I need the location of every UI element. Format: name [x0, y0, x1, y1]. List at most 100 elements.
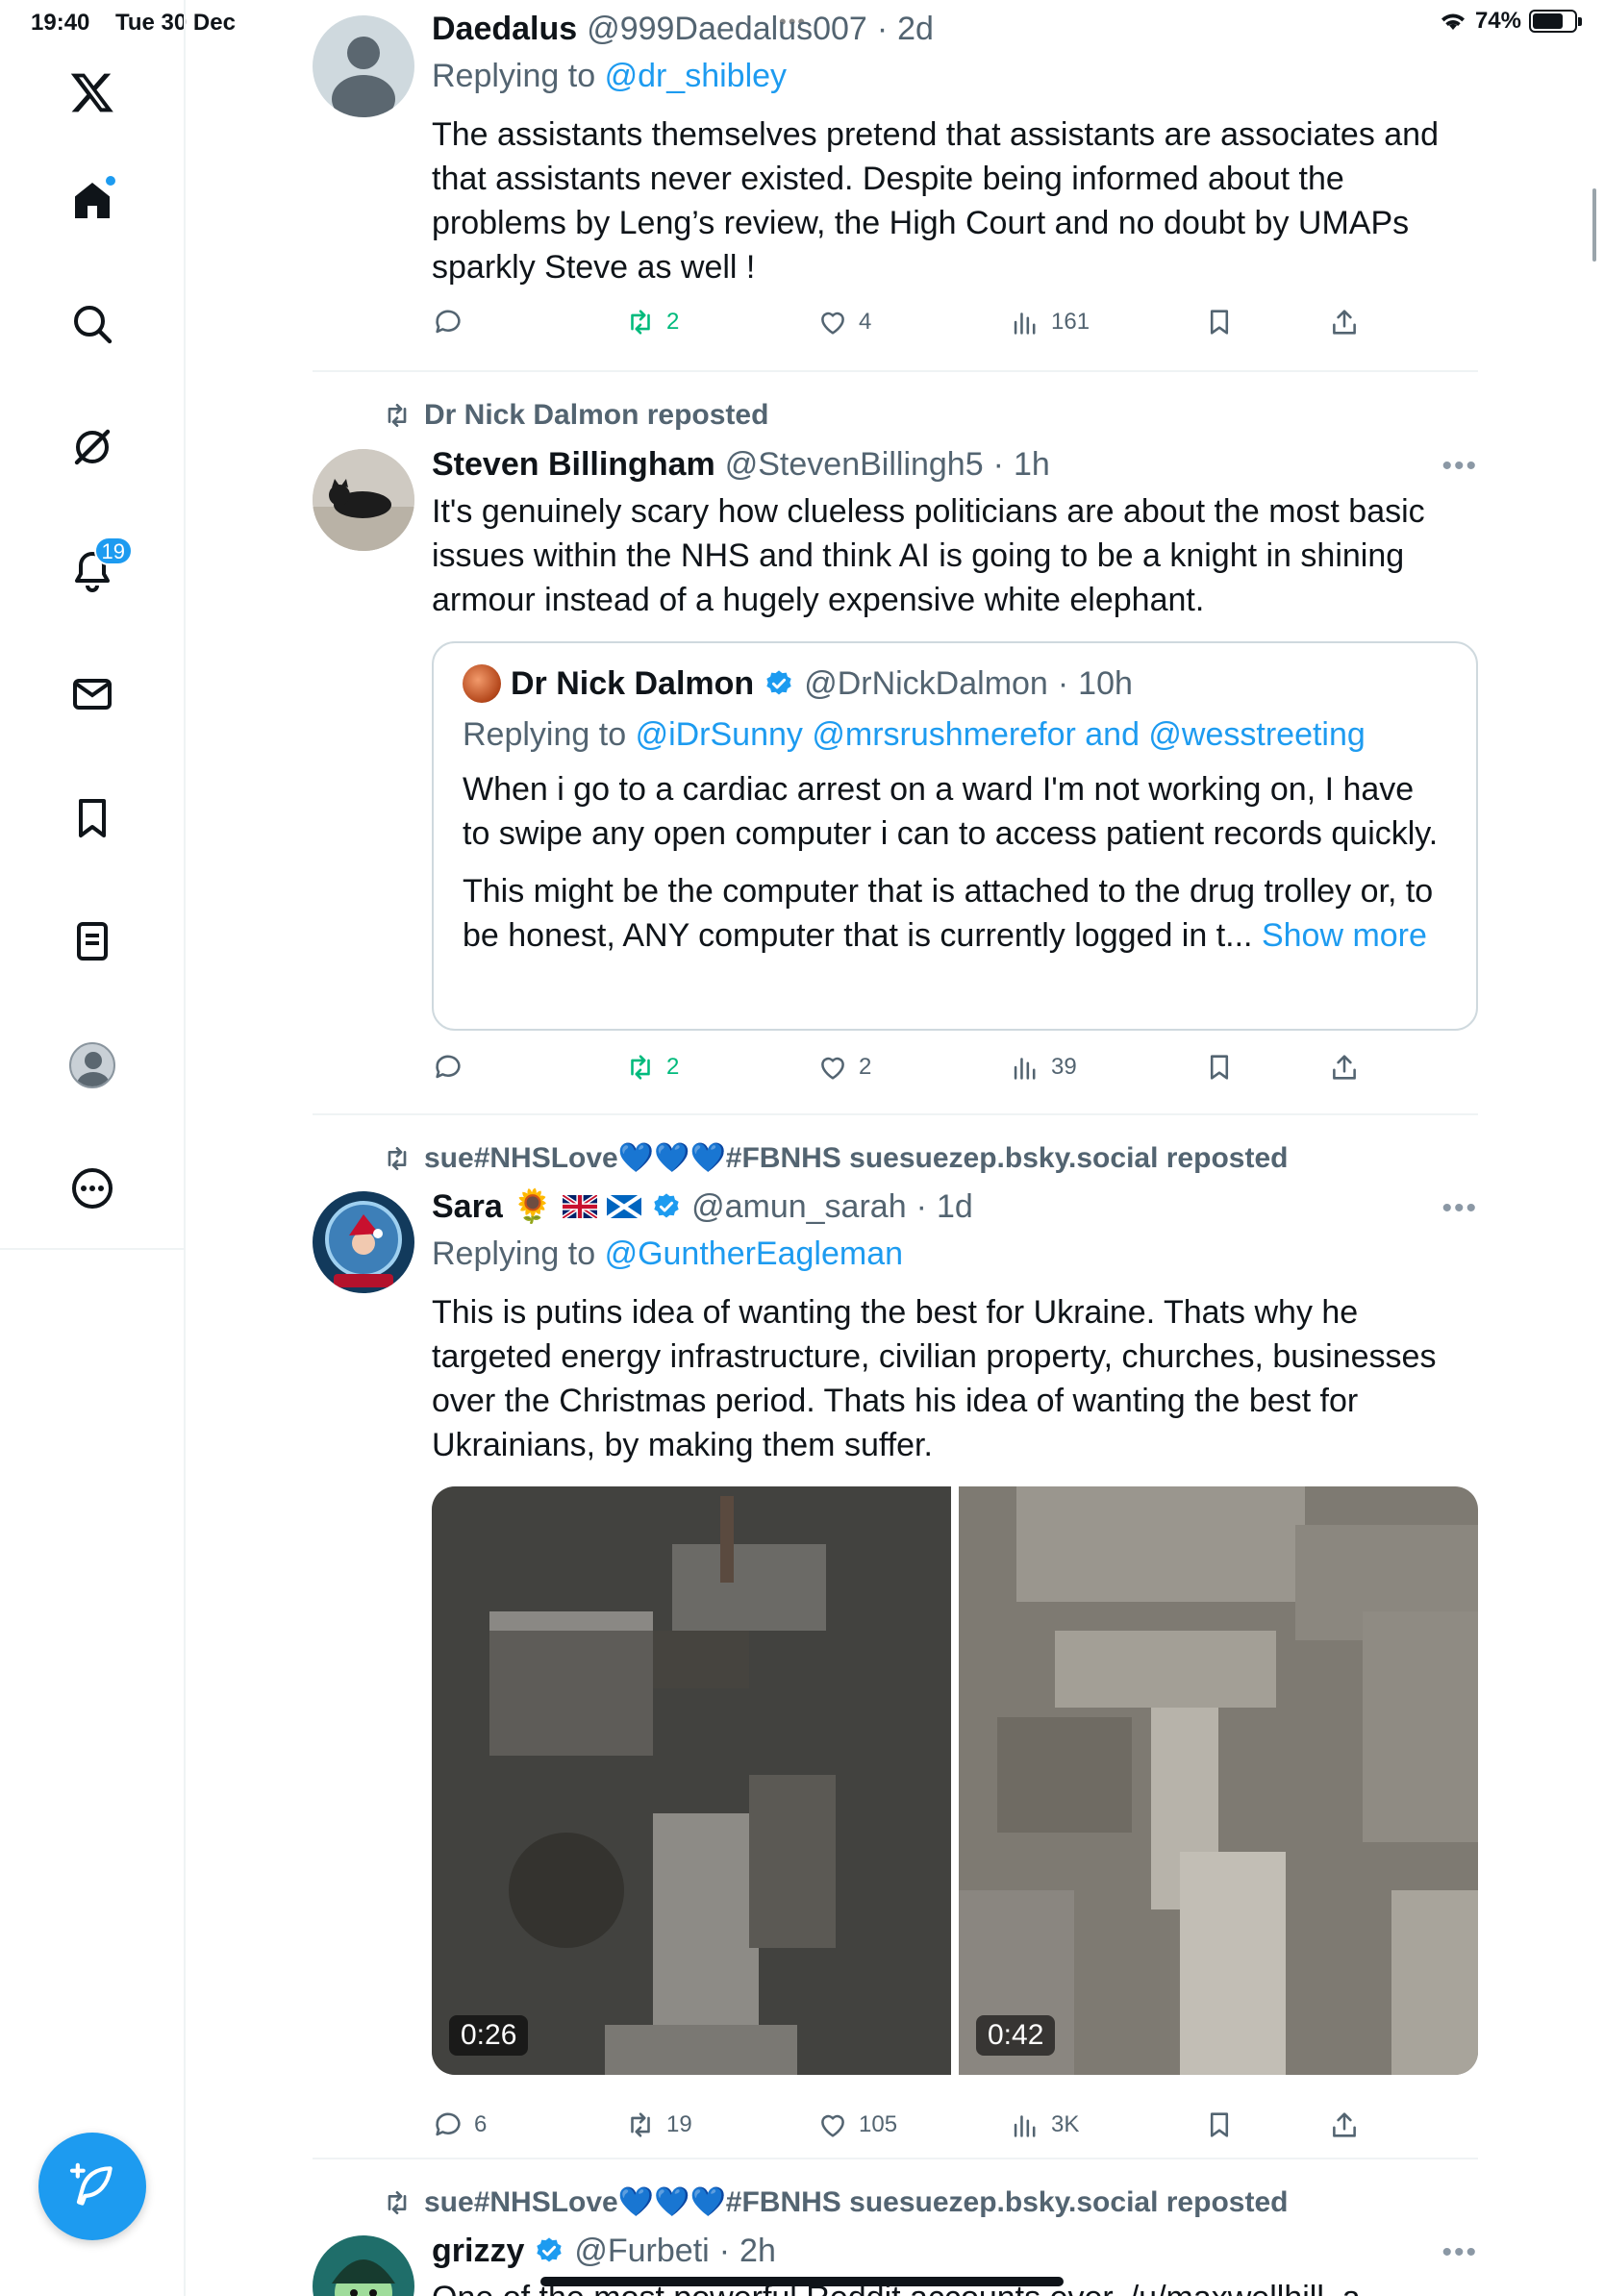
quote-header: Dr Nick Dalmon @DrNickDalmon · 10h	[463, 662, 1447, 705]
home-icon[interactable]	[60, 168, 125, 234]
more-options-icon[interactable]: •••	[1441, 1192, 1478, 1225]
reply-to-links[interactable]: @iDrSunny @mrsrushmerefor and @wesstreet…	[636, 716, 1366, 753]
repost-icon	[388, 404, 407, 427]
video-duration-1: 0:26	[449, 2015, 529, 2056]
author-handle[interactable]: @amun_sarah	[691, 1188, 907, 1226]
like-count: 2	[859, 1054, 872, 1080]
repost-context[interactable]: sue#NHSLove💙💙💙#FBNHS suesuezep.bsky.soci…	[382, 1141, 1288, 1175]
quote-text-2: This might be the computer that is attac…	[463, 869, 1447, 958]
reply-button[interactable]	[432, 306, 474, 338]
reply-button[interactable]: 6	[432, 2109, 487, 2141]
reply-to-link[interactable]: @dr_shibley	[605, 58, 788, 94]
post-media: 0:26 0:42	[432, 1486, 1478, 2075]
share-button[interactable]	[1328, 306, 1361, 338]
share-icon	[1333, 310, 1356, 335]
author-name[interactable]: Daedalus	[432, 11, 577, 48]
reply-icon	[436, 2112, 461, 2136]
post-text: This is putins idea of wanting the best …	[432, 1294, 1437, 1463]
repost-count: 2	[666, 1054, 680, 1080]
replying-to: Replying to @GuntherEagleman	[432, 1235, 1478, 1273]
show-more-link[interactable]: Show more	[1262, 917, 1427, 954]
post-time[interactable]: 2h	[739, 2233, 776, 2270]
video-thumbnail-2[interactable]: 0:42	[959, 1486, 1478, 2075]
notifications-bell-icon[interactable]: 19	[60, 537, 133, 604]
quote-author-avatar	[463, 664, 501, 703]
reply-count: 6	[474, 2111, 488, 2137]
repost-button[interactable]: 2	[624, 1051, 679, 1084]
reply-icon	[436, 310, 461, 334]
post-header: Sara 🌻 @amun_sarah · 1d	[432, 1187, 973, 1226]
search-icon[interactable]	[60, 291, 125, 357]
views-button[interactable]: 161	[1009, 306, 1090, 338]
verified-badge-icon	[654, 1193, 679, 1218]
bookmark-button[interactable]	[1203, 2109, 1236, 2141]
avatar[interactable]	[313, 2235, 414, 2296]
more-options-icon[interactable]	[60, 1156, 125, 1221]
battery-icon	[1529, 10, 1582, 33]
bookmarks-icon[interactable]	[60, 786, 125, 851]
views-count: 161	[1051, 309, 1090, 335]
grok-icon[interactable]	[60, 414, 125, 480]
views-chart-icon	[1014, 312, 1036, 335]
x-logo-icon[interactable]	[60, 60, 125, 125]
share-icon	[1333, 1055, 1356, 1080]
repost-context[interactable]: sue#NHSLove💙💙💙#FBNHS suesuezep.bsky.soci…	[382, 2185, 1288, 2219]
author-handle[interactable]: @StevenBillingh5	[725, 446, 984, 484]
avatar[interactable]	[313, 1191, 414, 1293]
post-time[interactable]: 1d	[937, 1188, 973, 1226]
author-name[interactable]: Steven Billingham	[432, 446, 715, 484]
views-chart-icon	[1014, 2115, 1036, 2137]
compose-post-button[interactable]	[38, 2133, 146, 2240]
scrollbar-thumb[interactable]	[1592, 188, 1596, 262]
bookmark-button[interactable]	[1203, 1051, 1236, 1084]
home-indicator[interactable]	[540, 2277, 1064, 2286]
reposted-by: Dr Nick Dalmon reposted	[424, 399, 769, 431]
more-options-icon[interactable]: •••	[1441, 2236, 1478, 2269]
repost-context[interactable]: Dr Nick Dalmon reposted	[382, 399, 768, 432]
like-count: 105	[859, 2111, 898, 2137]
post-time[interactable]: 2d	[897, 11, 934, 48]
bookmark-button[interactable]	[1203, 306, 1236, 338]
lists-icon[interactable]	[60, 909, 125, 974]
battery-percent: 74%	[1474, 8, 1521, 34]
replying-to-label: Replying to	[463, 716, 627, 753]
share-button[interactable]	[1328, 2109, 1361, 2141]
video-thumbnail-1[interactable]: 0:26	[432, 1486, 951, 2075]
scotland-flag-icon	[607, 1195, 642, 1218]
verified-badge-icon	[766, 670, 791, 695]
like-button[interactable]: 4	[816, 306, 871, 338]
avatar[interactable]	[313, 15, 414, 117]
author-name[interactable]: Sara	[432, 1188, 503, 1226]
quote-time: 10h	[1078, 664, 1133, 702]
profile-avatar-icon[interactable]	[60, 1033, 125, 1098]
battery-level	[1533, 13, 1564, 29]
reply-to-link[interactable]: @GuntherEagleman	[605, 1235, 903, 1272]
repost-button[interactable]: 19	[624, 2109, 692, 2141]
repost-button[interactable]: 2	[624, 306, 679, 338]
quote-replying-to: Replying to @iDrSunny @mrsrushmerefor an…	[463, 716, 1447, 754]
like-button[interactable]: 2	[816, 1051, 871, 1084]
post-time[interactable]: 1h	[1014, 446, 1050, 484]
quoted-post[interactable]: Dr Nick Dalmon @DrNickDalmon · 10h Reply…	[432, 641, 1478, 1031]
more-options-icon[interactable]: •••	[1441, 450, 1478, 483]
reply-button[interactable]	[432, 1051, 474, 1084]
bookmark-icon	[1210, 310, 1229, 335]
replying-to: Replying to @dr_shibley	[432, 58, 1478, 95]
post-header: Steven Billingham @StevenBillingh5 · 1h	[432, 445, 1050, 484]
quote-author-handle[interactable]: @DrNickDalmon	[804, 665, 1048, 703]
views-button[interactable]: 3K	[1009, 2109, 1079, 2141]
views-button[interactable]: 39	[1009, 1051, 1077, 1084]
avatar[interactable]	[313, 449, 414, 551]
reply-icon	[436, 1055, 461, 1079]
author-handle[interactable]: @999Daedalus007	[587, 11, 867, 48]
post-actions: 2 2 39	[432, 1051, 1393, 1089]
like-button[interactable]: 105	[816, 2109, 897, 2141]
author-handle[interactable]: @Furbeti	[574, 2233, 709, 2270]
quote-author-name[interactable]: Dr Nick Dalmon	[511, 665, 754, 703]
post-content: Sara 🌻 @amun_sarah · 1d Replying to @Gun…	[432, 1185, 1478, 1467]
author-name[interactable]: grizzy	[432, 2233, 524, 2270]
repost-icon	[631, 2112, 650, 2137]
bookmark-icon	[1210, 2112, 1229, 2137]
messages-envelope-icon[interactable]	[60, 661, 125, 727]
share-button[interactable]	[1328, 1051, 1361, 1084]
